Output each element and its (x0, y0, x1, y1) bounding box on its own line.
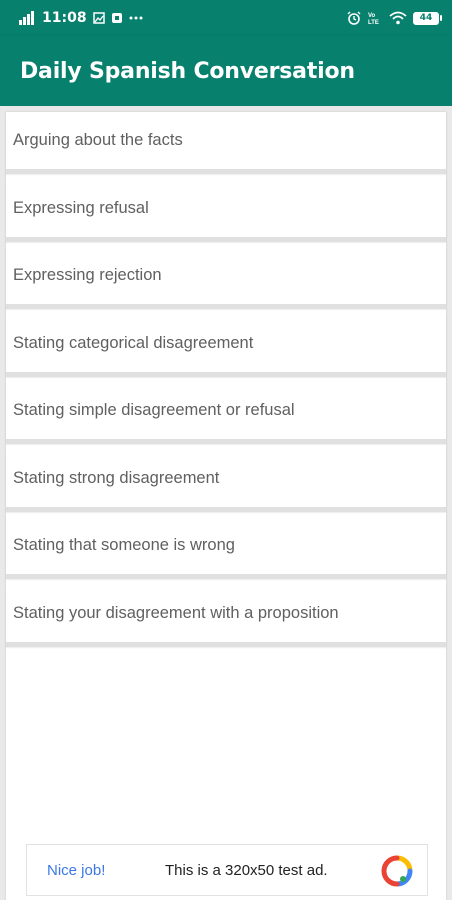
status-right: Vo LTE 44 (347, 11, 442, 25)
app-title: Daily Spanish Conversation (20, 58, 355, 84)
status-time: 11:08 (42, 10, 87, 26)
topic-label: Stating strong disagreement (13, 468, 220, 487)
wifi-icon (389, 11, 407, 25)
list-item[interactable]: Stating simple disagreement or refusal (6, 382, 446, 444)
app-bar: Daily Spanish Conversation (0, 36, 452, 106)
topic-label: Arguing about the facts (13, 131, 183, 149)
ad-text: This is a 320x50 test ad. (165, 861, 328, 879)
svg-text:Vo: Vo (368, 13, 376, 19)
volte-icon: Vo LTE (367, 11, 383, 25)
image-notification-icon (92, 12, 105, 24)
ad-banner[interactable]: Nice job! This is a 320x50 test ad. (26, 844, 428, 896)
topic-label: Stating your disagreement with a proposi… (13, 603, 339, 622)
list-item[interactable]: Arguing about the facts (6, 112, 446, 174)
svg-text:LTE: LTE (368, 20, 379, 25)
alarm-icon (347, 11, 361, 25)
ad-nice-label[interactable]: Nice job! (47, 862, 105, 879)
battery-icon: 44 (413, 11, 442, 25)
topic-label: Stating categorical disagreement (13, 333, 254, 352)
topic-label: Stating that someone is wrong (13, 536, 235, 554)
topic-list[interactable]: Arguing about the facts Expressing refus… (6, 112, 446, 900)
status-bar: 11:08 Vo LTE 44 (0, 0, 452, 36)
content-area: Arguing about the facts Expressing refus… (0, 106, 452, 900)
more-icon (129, 16, 143, 20)
battery-level: 44 (413, 11, 439, 25)
list-item[interactable]: Stating strong disagreement (6, 449, 446, 512)
battery-tip (440, 15, 442, 21)
ad-logo-icon[interactable] (381, 855, 413, 887)
topic-label: Stating simple disagreement or refusal (13, 401, 295, 419)
list-item[interactable]: Stating that someone is wrong (6, 517, 446, 579)
status-left: 11:08 (18, 10, 143, 26)
signal-icon (18, 11, 36, 25)
list-item[interactable]: Expressing rejection (6, 247, 446, 309)
app-notification-icon (111, 12, 123, 24)
topic-label: Expressing refusal (13, 198, 149, 217)
list-item[interactable]: Stating your disagreement with a proposi… (6, 584, 446, 647)
list-item[interactable]: Expressing refusal (6, 179, 446, 242)
topic-label: Expressing rejection (13, 266, 162, 284)
list-item[interactable]: Stating categorical disagreement (6, 314, 446, 377)
